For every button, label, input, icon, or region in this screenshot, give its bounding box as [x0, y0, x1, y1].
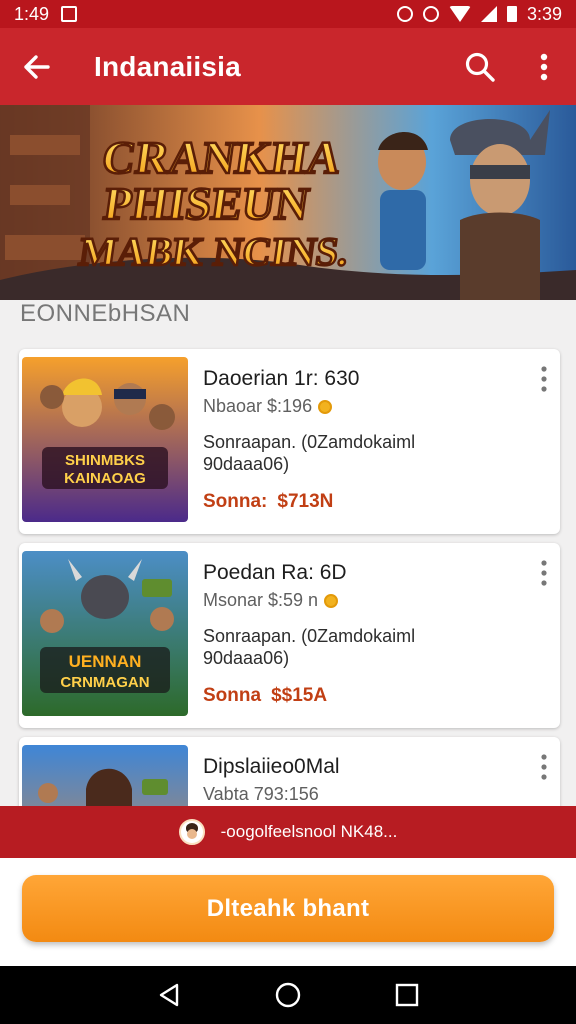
card-menu-button[interactable]	[532, 553, 556, 593]
game-meta: Nbaoar $:196	[203, 396, 313, 416]
alarm-icon	[396, 6, 413, 22]
circle-home-icon	[275, 982, 301, 1008]
game-name: Daoerian 1r: 630	[203, 367, 360, 390]
avatar	[178, 819, 205, 845]
game-name: Poedan Ra: 6D	[203, 561, 347, 584]
price-value: $$15A	[271, 685, 328, 706]
more-vert-icon	[540, 53, 548, 80]
game-thumbnail: UENNAN CRNMAGAN	[22, 551, 188, 716]
system-nav-bar	[0, 966, 576, 1024]
nav-recents-button[interactable]	[382, 970, 432, 1020]
more-vert-icon	[541, 366, 547, 392]
game-meta: Msonar $:59 n	[203, 590, 319, 610]
thumbnail-title-1: SHINMBKS	[65, 452, 145, 469]
banner-artwork: CRANKHA PHISEUN MABK NCINS.	[0, 105, 576, 300]
back-button[interactable]	[0, 28, 72, 105]
game-description-2: 90daaa06)	[203, 454, 290, 474]
coin-icon	[324, 593, 339, 608]
search-button[interactable]	[448, 28, 512, 105]
thumbnail-title-2: CRNMAGAN	[60, 674, 149, 691]
promo-strip[interactable]: -oogolfeelsnool NK48...	[0, 806, 576, 858]
game-name: Dipslaiieo0Mal	[203, 755, 340, 778]
game-description-1: Sonraapan. (0Zamdokaiml	[203, 626, 416, 646]
alarm-clock-icon	[422, 6, 439, 22]
nav-home-button[interactable]	[263, 970, 313, 1020]
price-label: Sonna	[203, 685, 262, 706]
page-title: Indanaiisia	[94, 50, 241, 82]
thumbnail-title-2: KAINAOAG	[64, 470, 146, 487]
game-description-2: 90daaa06)	[203, 648, 290, 668]
nav-back-button[interactable]	[144, 970, 194, 1020]
triangle-back-icon	[160, 983, 179, 1007]
primary-action-button[interactable]: Dlteahk bhant	[22, 875, 554, 942]
app-bar: Indanaiisia	[0, 28, 576, 105]
back-arrow-icon	[24, 54, 50, 79]
banner-title-line1: CRANKHA	[99, 132, 344, 183]
battery-icon	[506, 6, 517, 22]
game-thumbnail: SHINMBKS KAINAOAG	[22, 357, 188, 522]
status-time-right: 3:39	[526, 3, 562, 24]
notification-icon	[61, 6, 78, 22]
thumbnail-title-1: UENNAN	[69, 652, 142, 671]
game-card[interactable]: UENNAN CRNMAGAN Poedan Ra: 6D Msonar $:5…	[19, 543, 560, 728]
more-vert-icon	[541, 754, 547, 780]
wifi-icon	[448, 6, 471, 22]
card-menu-button[interactable]	[532, 747, 556, 787]
section-heading: EONNEbHSAN	[20, 300, 191, 327]
banner-title-line3: MABK NCINS.	[76, 229, 351, 274]
banner-title-line2: PHISEUN	[101, 178, 313, 229]
status-time-left: 1:49	[14, 3, 50, 24]
bottom-action-area: Dlteahk bhant	[0, 858, 576, 966]
price-label: Sonna:	[203, 491, 268, 512]
game-meta: Vabta 793:156	[203, 784, 319, 804]
search-icon	[465, 52, 495, 82]
hero-banner[interactable]: CRANKHA PHISEUN MABK NCINS.	[0, 105, 576, 300]
overflow-menu-button[interactable]	[512, 28, 576, 105]
game-card[interactable]: SHINMBKS KAINAOAG Daoerian 1r: 630 Nbaoa…	[19, 349, 560, 534]
square-recents-icon	[395, 983, 418, 1007]
game-description-1: Sonraapan. (0Zamdokaiml	[203, 432, 416, 452]
signal-icon	[480, 6, 497, 22]
promo-text: -oogolfeelsnool NK48...	[220, 822, 398, 841]
card-menu-button[interactable]	[532, 359, 556, 399]
coin-icon	[318, 399, 333, 414]
status-bar: 1:49 3:39	[0, 0, 576, 28]
more-vert-icon	[541, 560, 547, 586]
price-value: $713N	[277, 491, 334, 512]
